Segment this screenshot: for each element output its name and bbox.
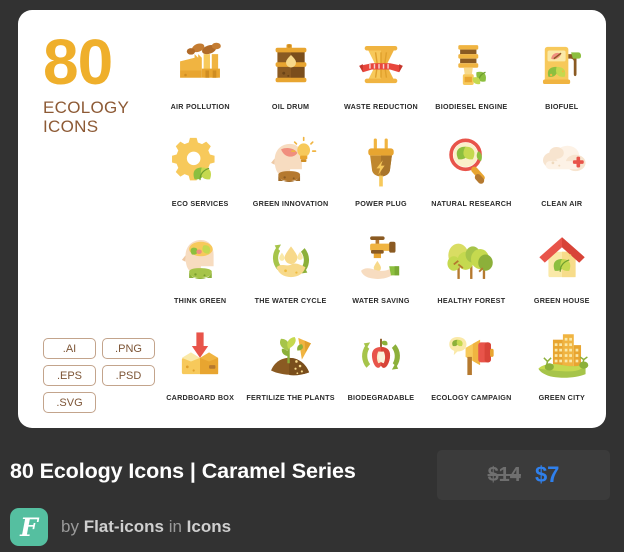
price-original: $14 bbox=[487, 463, 521, 486]
icon-label: ECOLOGY CAMPAIGN bbox=[431, 393, 512, 402]
icon-label: CLEAN AIR bbox=[541, 199, 583, 208]
icon-label: THE WATER CYCLE bbox=[254, 296, 327, 305]
waste-basket-ribbon-icon bbox=[350, 32, 412, 98]
pack-subtitle-line2: ICONS bbox=[43, 117, 99, 136]
format-badge-png[interactable]: .PNG bbox=[102, 338, 155, 359]
format-badge-svg[interactable]: .SVG bbox=[43, 392, 96, 413]
icon-grid: AIR POLLUTION OIL DRUM WASTE REDUCTION B… bbox=[155, 32, 607, 420]
magnifier-leaf-icon bbox=[440, 129, 502, 195]
format-badge-eps[interactable]: .EPS bbox=[43, 365, 96, 386]
icon-label: OIL DRUM bbox=[271, 102, 310, 111]
icon-label: WASTE REDUCTION bbox=[343, 102, 418, 111]
icon-label: NATURAL RESEARCH bbox=[431, 199, 512, 208]
icon-cell-eco-services[interactable]: ECO SERVICES bbox=[155, 129, 245, 226]
icon-cell-green-house[interactable]: GREEN HOUSE bbox=[517, 226, 607, 323]
head-lightbulb-icon bbox=[260, 129, 322, 195]
icon-label: WATER SAVING bbox=[352, 296, 410, 305]
flaticons-logo-icon: F bbox=[20, 512, 38, 542]
avatar[interactable]: F bbox=[10, 508, 48, 546]
factory-smoke-icon bbox=[169, 32, 231, 98]
icon-label: BIODEGRADABLE bbox=[347, 393, 415, 402]
author-link[interactable]: Flat-icons bbox=[84, 517, 164, 536]
fuel-pump-leaf-icon bbox=[531, 32, 593, 98]
cardboard-box-arrow-icon bbox=[169, 323, 231, 389]
fertilize-plant-icon bbox=[260, 323, 322, 389]
icon-cell-healthy-forest[interactable]: HEALTHY FOREST bbox=[426, 226, 516, 323]
icon-cell-the-water-cycle[interactable]: THE WATER CYCLE bbox=[245, 226, 335, 323]
icon-count-number: 80 bbox=[43, 26, 113, 98]
icon-cell-biodegradable[interactable]: BIODEGRADABLE bbox=[336, 323, 426, 420]
icon-cell-think-green[interactable]: THINK GREEN bbox=[155, 226, 245, 323]
cloud-plus-icon bbox=[531, 129, 593, 195]
icon-cell-oil-drum[interactable]: OIL DRUM bbox=[245, 32, 335, 129]
icon-cell-waste-reduction[interactable]: WASTE REDUCTION bbox=[336, 32, 426, 129]
icon-label: THINK GREEN bbox=[174, 296, 227, 305]
pack-subtitle: ECOLOGY ICONS bbox=[43, 98, 153, 136]
green-house-icon bbox=[531, 226, 593, 292]
byline: F by Flat-icons in Icons bbox=[10, 508, 231, 546]
icon-cell-water-saving[interactable]: WATER SAVING bbox=[336, 226, 426, 323]
icon-label: FERTILIZE THE PLANTS bbox=[246, 393, 335, 402]
byline-prefix: by bbox=[61, 517, 84, 536]
apple-core-recycle-icon bbox=[350, 323, 412, 389]
biodiesel-engine-icon bbox=[440, 32, 502, 98]
preview-card: 80 ECOLOGY ICONS .AI .PNG .EPS .PSD .SVG bbox=[18, 10, 606, 428]
icon-label: HEALTHY FOREST bbox=[437, 296, 506, 305]
icon-cell-biofuel[interactable]: BIOFUEL bbox=[517, 32, 607, 129]
head-leaf-brain-icon bbox=[169, 226, 231, 292]
screenshot-root: 80 ECOLOGY ICONS .AI .PNG .EPS .PSD .SVG bbox=[0, 0, 624, 552]
power-plug-icon bbox=[350, 129, 412, 195]
file-format-badges: .AI .PNG .EPS .PSD .SVG bbox=[43, 338, 155, 413]
icon-cell-biodiesel-engine[interactable]: BIODIESEL ENGINE bbox=[426, 32, 516, 129]
icon-cell-cardboard-box[interactable]: CARDBOARD BOX bbox=[155, 323, 245, 420]
icon-label: BIOFUEL bbox=[545, 102, 579, 111]
icon-cell-power-plug[interactable]: POWER PLUG bbox=[336, 129, 426, 226]
icon-label: ECO SERVICES bbox=[171, 199, 229, 208]
format-badge-ai[interactable]: .AI bbox=[43, 338, 96, 359]
pack-subtitle-line1: ECOLOGY bbox=[43, 98, 130, 117]
icon-cell-air-pollution[interactable]: AIR POLLUTION bbox=[155, 32, 245, 129]
page-title: 80 Ecology Icons | Caramel Series bbox=[10, 459, 356, 483]
icon-label: GREEN HOUSE bbox=[533, 296, 590, 305]
forest-trees-icon bbox=[440, 226, 502, 292]
icon-label: GREEN INNOVATION bbox=[252, 199, 329, 208]
byline-text: by Flat-icons in Icons bbox=[61, 517, 231, 537]
gear-leaf-icon bbox=[169, 129, 231, 195]
icon-label: CARDBOARD BOX bbox=[166, 393, 235, 402]
icon-label: POWER PLUG bbox=[355, 199, 407, 208]
price-badge[interactable]: $14 $7 bbox=[437, 450, 610, 500]
icon-cell-natural-research[interactable]: NATURAL RESEARCH bbox=[426, 129, 516, 226]
icon-label: AIR POLLUTION bbox=[170, 102, 230, 111]
format-badge-psd[interactable]: .PSD bbox=[102, 365, 155, 386]
icon-cell-green-city[interactable]: GREEN CITY bbox=[517, 323, 607, 420]
oil-drum-icon bbox=[260, 32, 322, 98]
water-cycle-icon bbox=[260, 226, 322, 292]
megaphone-leaf-icon bbox=[440, 323, 502, 389]
icon-label: GREEN CITY bbox=[538, 393, 586, 402]
pack-title-block: 80 ECOLOGY ICONS bbox=[43, 26, 153, 136]
icon-cell-clean-air[interactable]: CLEAN AIR bbox=[517, 129, 607, 226]
price-current: $7 bbox=[534, 462, 560, 487]
byline-in: in bbox=[163, 517, 187, 536]
green-city-icon bbox=[531, 323, 593, 389]
icon-cell-fertilize-the-plants[interactable]: FERTILIZE THE PLANTS bbox=[245, 323, 335, 420]
tap-hand-drop-icon bbox=[350, 226, 412, 292]
category-link[interactable]: Icons bbox=[187, 517, 231, 536]
icon-label: BIODIESEL ENGINE bbox=[435, 102, 508, 111]
icon-cell-green-innovation[interactable]: GREEN INNOVATION bbox=[245, 129, 335, 226]
icon-cell-ecology-campaign[interactable]: ECOLOGY CAMPAIGN bbox=[426, 323, 516, 420]
